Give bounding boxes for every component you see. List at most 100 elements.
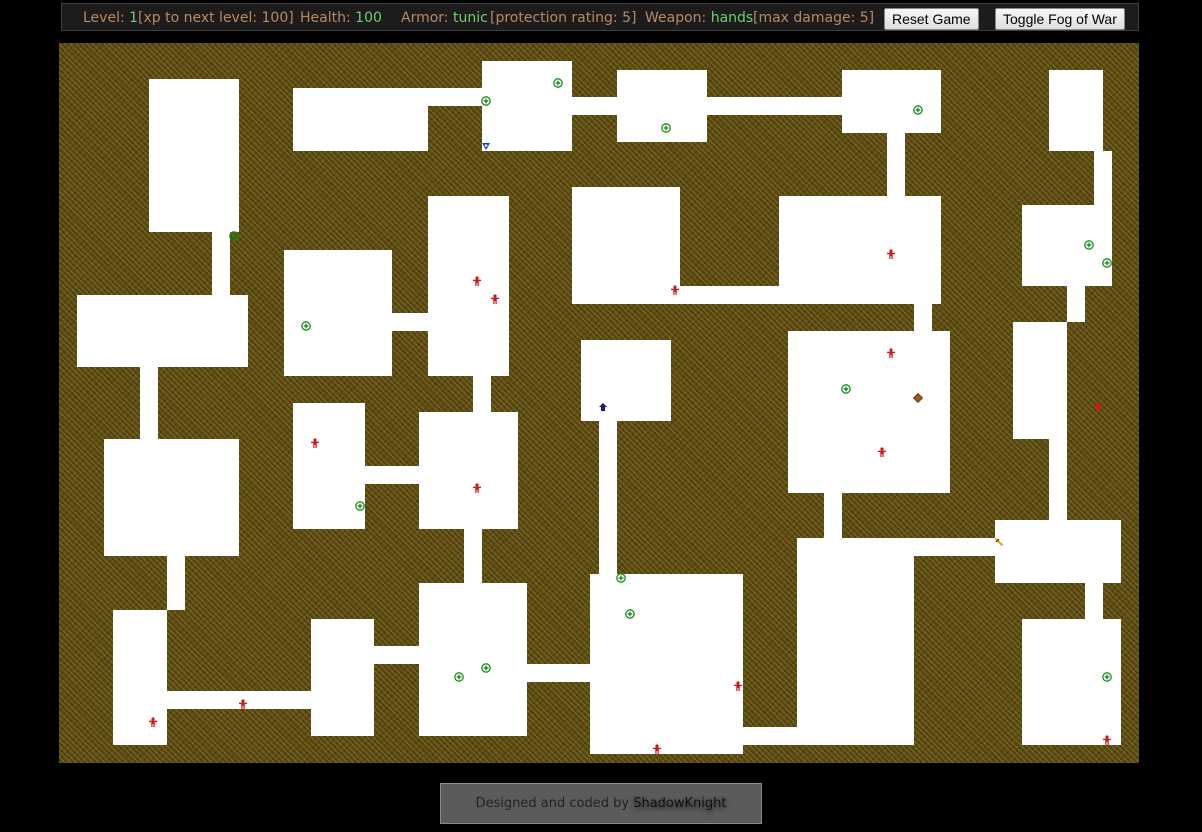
floor-tile (788, 331, 950, 493)
stairs-icon (481, 141, 491, 151)
floor-tile (311, 619, 374, 736)
floor-tile (392, 313, 428, 331)
floor-tile (77, 295, 248, 367)
floor-tile (572, 187, 680, 304)
floor-tile (1049, 322, 1067, 520)
health-label: Health: (300, 10, 351, 26)
floor-tile (374, 646, 419, 664)
health-value: 100 (355, 10, 382, 26)
floor-tile (797, 538, 914, 745)
floor-tile (113, 610, 167, 745)
credit-text: Designed and coded by (475, 796, 630, 811)
armor-stat: Armor: tunic (401, 10, 488, 26)
health-pickup-icon (553, 78, 563, 88)
floor-tile (1049, 70, 1103, 151)
floor-tile (419, 583, 527, 736)
floor-tile (419, 412, 518, 529)
enemy-icon (238, 699, 248, 709)
dungeon-map (59, 43, 1139, 763)
floor-tile (284, 250, 392, 376)
author-name[interactable]: ShadowKnight (633, 796, 726, 811)
boss-icon (913, 393, 923, 403)
floor-tile (428, 88, 482, 106)
health-pickup-icon (454, 672, 464, 682)
armor-value: tunic (452, 10, 488, 26)
floor-tile (707, 97, 842, 115)
enemy-icon (652, 744, 662, 754)
level-value: 1 (129, 10, 139, 26)
status-bar: Level: 1 [xp to next level: 100] Health:… (61, 3, 1139, 31)
health-pickup-icon (913, 105, 923, 115)
floor-tile (104, 439, 239, 556)
floor-tile (671, 286, 779, 304)
health-pickup-icon (481, 663, 491, 673)
weapon-pickup-icon (994, 537, 1004, 547)
health-pickup-icon (229, 231, 239, 241)
enemy-icon (886, 249, 896, 259)
floor-tile (428, 196, 509, 376)
floor-tile (581, 340, 671, 421)
floor-tile (167, 556, 185, 610)
floor-tile (572, 97, 617, 115)
floor-tile (743, 727, 797, 745)
floor-tile (842, 70, 941, 133)
health-pickup-icon (661, 123, 671, 133)
floor-tile (914, 538, 995, 556)
footer-credit: Designed and coded by ShadowKnight (440, 783, 762, 824)
floor-tile (824, 493, 842, 538)
weapon-label: Weapon: (645, 10, 707, 26)
floor-tile (1067, 286, 1085, 322)
floor-tile (212, 232, 230, 295)
level-label: Level: (83, 10, 125, 26)
enemy-icon (148, 717, 158, 727)
weapon-damage: [max damage: 5] (753, 10, 875, 26)
floor-tile (1085, 583, 1103, 619)
health-pickup-icon (1084, 240, 1094, 250)
floor-tile (590, 574, 743, 754)
floor-tile (887, 133, 905, 196)
health-pickup-icon (301, 321, 311, 331)
floor-tile (1094, 151, 1112, 205)
health-pickup-icon (355, 501, 365, 511)
floor-tile (464, 529, 482, 583)
health-pickup-icon (841, 384, 851, 394)
floor-tile (1022, 205, 1112, 286)
floor-tile (599, 421, 617, 574)
xp-info: [xp to next level: 100] (138, 10, 294, 26)
floor-tile (914, 304, 932, 331)
floor-tile (473, 376, 491, 412)
armor-rating: [protection rating: 5] (490, 10, 637, 26)
toggle-fog-button[interactable]: Toggle Fog of War (995, 8, 1125, 30)
armor-label: Armor: (401, 10, 449, 26)
floor-tile (365, 466, 419, 484)
floor-tile (482, 61, 572, 151)
enemy-icon (733, 681, 743, 691)
enemy-icon (877, 447, 887, 457)
health-pickup-icon (481, 96, 491, 106)
floor-tile (293, 88, 428, 151)
health-pickup-icon (1102, 672, 1112, 682)
level-stat: Level: 1 (83, 10, 138, 26)
weapon-stat: Weapon: hands (645, 10, 753, 26)
enemy-icon (490, 294, 500, 304)
enemy-icon (670, 285, 680, 295)
floor-tile (1022, 619, 1121, 745)
player-icon (598, 402, 608, 412)
enemy-icon (1102, 735, 1112, 745)
enemy-icon (1093, 402, 1103, 412)
floor-tile (527, 664, 590, 682)
enemy-icon (472, 483, 482, 493)
weapon-value: hands (710, 10, 754, 26)
floor-tile (779, 196, 941, 304)
enemy-icon (310, 438, 320, 448)
health-stat: Health: 100 (300, 10, 382, 26)
enemy-icon (886, 348, 896, 358)
floor-tile (140, 367, 158, 439)
health-pickup-icon (616, 573, 626, 583)
enemy-icon (472, 276, 482, 286)
health-pickup-icon (625, 609, 635, 619)
health-pickup-icon (1102, 258, 1112, 268)
floor-tile (995, 520, 1121, 583)
reset-game-button[interactable]: Reset Game (884, 8, 979, 30)
floor-tile (149, 79, 239, 232)
